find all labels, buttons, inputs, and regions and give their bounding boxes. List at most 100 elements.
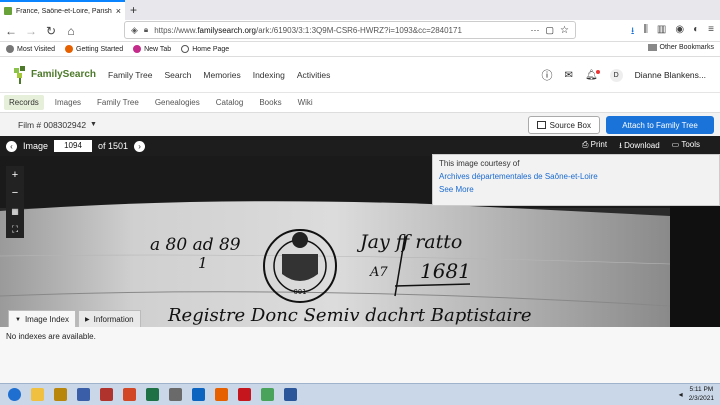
image-courtesy-panel: This image courtesy of Archives départem… <box>432 154 720 206</box>
media-icon[interactable] <box>50 386 70 404</box>
bookmark-home-page[interactable]: Home Page <box>181 45 229 53</box>
messages-icon[interactable]: ✉ <box>565 70 573 81</box>
tools-button[interactable]: ▭ Tools <box>672 140 700 154</box>
explorer-icon[interactable] <box>27 386 47 404</box>
manuscript-year: 1681 <box>420 259 471 283</box>
image-viewer-toolbar: ‹ Image 1094 of 1501 › ⎙ Print ⭳ Downloa… <box>0 136 720 156</box>
firefox-icon[interactable] <box>211 386 231 404</box>
subnav-images[interactable]: Images <box>50 95 86 110</box>
film-bar: Film # 008302942 ▼ Source Box Attach to … <box>0 112 720 136</box>
film-selector[interactable]: Film # 008302942 ▼ <box>18 120 97 130</box>
courtesy-text: This image courtesy of <box>439 159 520 168</box>
fullscreen-icon[interactable]: ⛶ <box>6 220 24 238</box>
subnav-books[interactable]: Books <box>254 95 286 110</box>
start-button[interactable] <box>4 386 24 404</box>
globe-icon <box>181 45 190 53</box>
excel-icon[interactable] <box>142 386 162 404</box>
menu-icon[interactable]: ≡ <box>708 24 714 41</box>
pocket-icon[interactable]: ▢ <box>546 25 555 36</box>
menu-memories[interactable]: Memories <box>203 70 240 80</box>
subnav-records[interactable]: Records <box>4 94 44 110</box>
bookmark-new-tab[interactable]: New Tab <box>133 45 171 53</box>
system-tray: ◂ 5:11 PM 2/3/2021 <box>679 385 714 403</box>
download-icon[interactable]: ⭳ <box>631 24 635 41</box>
photos-icon[interactable] <box>165 386 185 404</box>
main-menu: Family Tree Search Memories Indexing Act… <box>108 70 330 80</box>
new-tab-button[interactable]: + <box>130 3 137 17</box>
url-text[interactable]: https://www.familysearch.org/ark:/61903/… <box>154 26 524 35</box>
reload-icon[interactable]: ↻ <box>44 24 58 38</box>
page-actions-icon[interactable]: ··· <box>531 25 540 35</box>
lock-icon[interactable]: 🔒︎ <box>144 25 148 35</box>
avatar[interactable]: D <box>609 68 623 82</box>
familysearch-favicon-icon <box>4 7 12 15</box>
library-icon[interactable]: ⫼ <box>643 24 648 41</box>
bookmark-most-visited[interactable]: Most Visited <box>6 45 55 53</box>
next-image-icon[interactable]: › <box>134 140 146 152</box>
back-icon[interactable]: ← <box>4 24 18 38</box>
paint-icon[interactable] <box>257 386 277 404</box>
browser-tab-strip: France, Saône-et-Loire, Parish ... × + <box>0 0 720 20</box>
start-button-glyph <box>7 388 21 401</box>
shield-icon[interactable]: ◈ <box>131 25 138 36</box>
powerpoint-icon[interactable] <box>119 386 139 404</box>
manuscript-right: Jay ff ratto <box>356 231 462 253</box>
menu-family-tree[interactable]: Family Tree <box>108 70 152 80</box>
index-panel: No indexes are available. <box>0 327 720 383</box>
bookmark-getting-started[interactable]: Getting Started <box>65 45 123 53</box>
header-right: ⓘ ✉ 🔔︎ D Dianne Blankens... <box>542 67 706 83</box>
address-bar[interactable]: ◈ 🔒︎ https://www.familysearch.org/ark:/6… <box>124 21 576 39</box>
see-more-link[interactable]: See More <box>439 185 713 194</box>
image-total: of 1501 <box>98 141 129 151</box>
app-icon[interactable] <box>96 386 116 404</box>
menu-activities[interactable]: Activities <box>297 70 331 80</box>
clock-time: 5:11 PM <box>689 386 714 393</box>
bookmark-star-icon[interactable]: ☆ <box>560 25 569 36</box>
clock[interactable]: 5:11 PM 2/3/2021 <box>689 385 714 403</box>
windows-taskbar: ◂ 5:11 PM 2/3/2021 <box>0 383 720 405</box>
volume-icon[interactable]: ◂ <box>679 390 683 399</box>
tab-image-index[interactable]: ▼ Image Index <box>8 310 76 328</box>
manuscript-line2: 1 <box>198 254 208 272</box>
sub-navigation: Records Images Family Tree Genealogies C… <box>0 93 720 111</box>
download-button[interactable]: ⭳ Download <box>619 140 660 154</box>
zoom-out-icon[interactable]: − <box>6 184 24 202</box>
attach-to-family-tree-button[interactable]: Attach to Family Tree <box>606 116 714 134</box>
folder-icon <box>647 44 657 51</box>
caret-down-icon: ▼ <box>15 316 21 323</box>
menu-indexing[interactable]: Indexing <box>253 70 285 80</box>
subnav-genealogies[interactable]: Genealogies <box>150 95 205 110</box>
subnav-catalog[interactable]: Catalog <box>211 95 249 110</box>
zoom-in-icon[interactable]: + <box>6 166 24 184</box>
grid-view-icon[interactable]: ▦ <box>6 202 24 220</box>
notification-bell-icon[interactable]: 🔔︎ <box>585 69 600 81</box>
archive-link[interactable]: Archives départementales de Saône-et-Loi… <box>439 172 713 181</box>
word-icon[interactable] <box>280 386 300 404</box>
subnav-family-tree[interactable]: Family Tree <box>92 95 144 110</box>
previous-image-icon[interactable]: ‹ <box>6 140 17 152</box>
familysearch-logo[interactable]: FamilySearch <box>12 65 96 84</box>
word-icon-glyph <box>283 388 297 401</box>
close-tab-icon[interactable]: × <box>116 6 121 16</box>
print-button[interactable]: ⎙ Print <box>582 140 607 154</box>
forward-icon[interactable]: → <box>24 24 38 38</box>
sidebar-icon[interactable]: ▥ <box>657 24 666 41</box>
firefox-icon-glyph <box>214 388 228 401</box>
tools-icon: ▭ <box>671 140 682 149</box>
help-icon[interactable]: ⓘ <box>542 67 553 83</box>
network-icon[interactable] <box>73 386 93 404</box>
home-icon[interactable]: ⌂ <box>64 24 78 38</box>
outlook-icon[interactable] <box>188 386 208 404</box>
acrobat-icon[interactable] <box>234 386 254 404</box>
extension-icon[interactable]: ◐ <box>693 24 699 41</box>
account-icon[interactable]: ◉ <box>675 24 684 41</box>
browser-tab[interactable]: France, Saône-et-Loire, Parish ... × <box>0 0 125 20</box>
new-tab-icon <box>133 45 142 53</box>
subnav-wiki[interactable]: Wiki <box>293 95 318 110</box>
source-box-button[interactable]: Source Box <box>527 116 600 134</box>
menu-search[interactable]: Search <box>164 70 191 80</box>
image-number-input[interactable]: 1094 <box>54 140 93 152</box>
user-name[interactable]: Dianne Blankens... <box>635 70 706 80</box>
other-bookmarks[interactable]: Other Bookmarks <box>647 44 714 51</box>
tab-information[interactable]: ▶ Information <box>77 310 141 328</box>
